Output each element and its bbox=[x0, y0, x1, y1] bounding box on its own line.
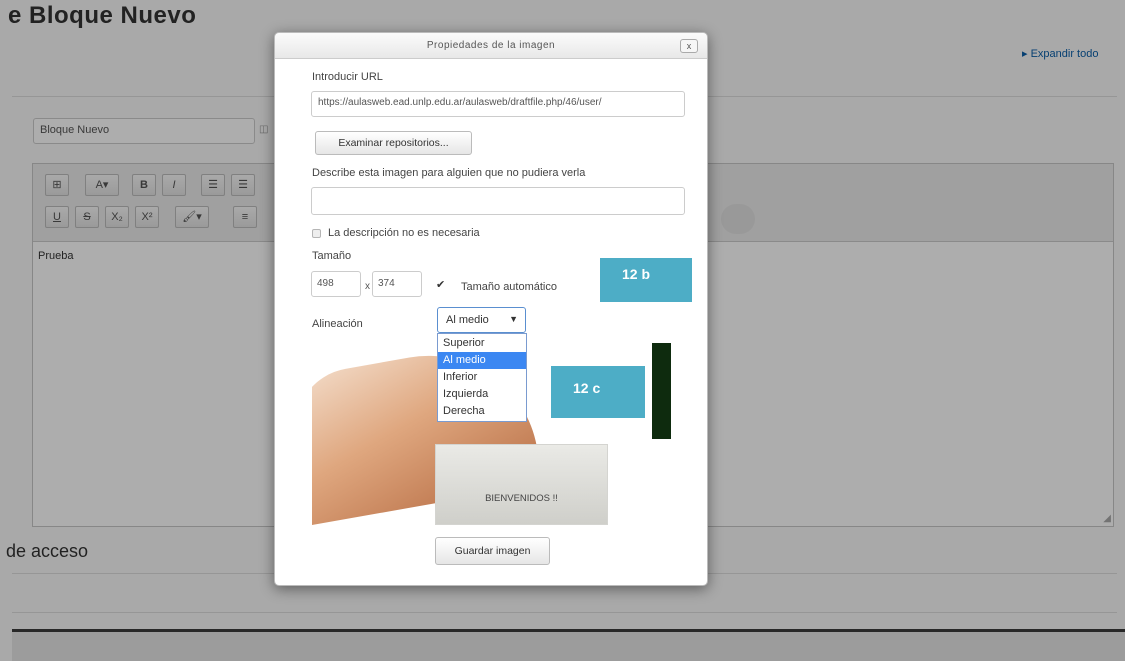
close-button[interactable]: x bbox=[680, 39, 698, 53]
alignment-dropdown: Superior Al medio Inferior Izquierda Der… bbox=[437, 333, 527, 422]
alignment-select[interactable]: Al medio ▼ bbox=[437, 307, 526, 333]
image-properties-dialog: Propiedades de la imagen x Introducir UR… bbox=[274, 32, 708, 586]
alignment-label: Alineación bbox=[312, 318, 363, 330]
auto-size-label: Tamaño automático bbox=[461, 281, 557, 293]
auto-size-checkbox[interactable]: ✔ bbox=[436, 280, 446, 291]
option-inferior[interactable]: Inferior bbox=[438, 369, 526, 386]
no-description-label: La descripción no es necesaria bbox=[328, 227, 480, 239]
callout-12c: 12 c bbox=[551, 366, 645, 418]
url-input[interactable]: https://aulasweb.ead.unlp.edu.ar/aulaswe… bbox=[311, 91, 685, 117]
description-input[interactable] bbox=[311, 187, 685, 215]
option-superior[interactable]: Superior bbox=[438, 335, 526, 352]
card-text: BIENVENIDOS !! bbox=[485, 493, 558, 504]
size-label: Tamaño bbox=[312, 250, 352, 262]
url-label: Introducir URL bbox=[312, 71, 383, 83]
size-separator: x bbox=[365, 281, 370, 292]
save-image-button[interactable]: Guardar imagen bbox=[435, 537, 550, 565]
option-derecha[interactable]: Derecha bbox=[438, 403, 526, 420]
dialog-header: Propiedades de la imagen x bbox=[275, 33, 707, 59]
alignment-selected-value: Al medio bbox=[446, 314, 489, 326]
dropdown-arrow-icon: ▼ bbox=[509, 314, 518, 324]
option-izquierda[interactable]: Izquierda bbox=[438, 386, 526, 403]
preview-edge bbox=[652, 343, 671, 439]
card-image: BIENVENIDOS !! bbox=[435, 444, 608, 525]
no-description-checkbox[interactable] bbox=[312, 229, 321, 238]
height-input[interactable]: 374 bbox=[372, 271, 422, 297]
description-label: Describe esta imagen para alguien que no… bbox=[312, 167, 586, 179]
dialog-title: Propiedades de la imagen bbox=[426, 40, 556, 51]
option-al-medio[interactable]: Al medio bbox=[438, 352, 526, 369]
callout-12b: 12 b bbox=[600, 258, 692, 302]
browse-repositories-button[interactable]: Examinar repositorios... bbox=[315, 131, 472, 155]
width-input[interactable]: 498 bbox=[311, 271, 361, 297]
